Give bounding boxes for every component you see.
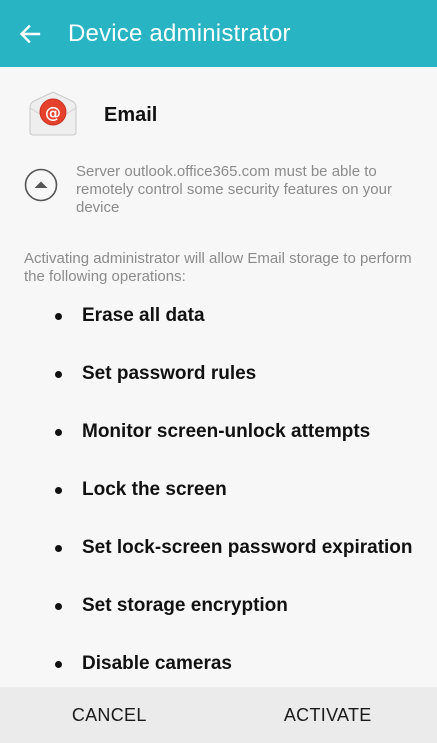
email-at-icon: @ [29,91,77,136]
bullet-icon [55,661,62,668]
activate-button[interactable]: ACTIVATE [219,687,437,743]
list-item: Monitor screen-unlock attempts [0,421,437,443]
bullet-icon [55,603,62,610]
admin-content[interactable]: @ Email Server outlook.office365.com mus… [0,67,437,687]
operation-label: Set storage encryption [82,595,288,616]
list-item: Erase all data [0,305,437,327]
operations-list: Erase all data Set password rules Monito… [0,305,437,675]
bullet-icon [55,545,62,552]
server-notice-row: Server outlook.office365.com must be abl… [24,163,414,217]
arrow-left-icon [19,24,41,43]
list-item: Disable cameras [0,653,437,675]
operation-label: Monitor screen-unlock attempts [82,421,371,442]
bullet-icon [55,313,62,320]
app-info-row: @ Email [24,90,157,140]
action-bar: CANCEL ACTIVATE [0,687,437,743]
back-button[interactable] [2,0,58,67]
operation-label: Set password rules [82,363,257,384]
operations-intro: Activating administrator will allow Emai… [24,250,412,285]
chevron-up-circle-icon[interactable] [24,168,58,202]
list-item: Lock the screen [0,479,437,501]
operation-label: Lock the screen [82,479,227,500]
operation-label: Erase all data [82,305,205,326]
list-item: Set lock-screen password expiration [0,537,437,559]
svg-text:@: @ [45,103,61,122]
cancel-button[interactable]: CANCEL [0,687,219,743]
operation-label: Set lock-screen password expiration [82,537,413,558]
app-bar: Device administrator [0,0,437,67]
page-title: Device administrator [68,19,291,47]
bullet-icon [55,371,62,378]
server-notice-text: Server outlook.office365.com must be abl… [76,163,392,216]
bullet-icon [55,429,62,436]
list-item: Set storage encryption [0,595,437,617]
list-item: Set password rules [0,363,437,385]
bullet-icon [55,487,62,494]
operation-label: Disable cameras [82,653,232,674]
app-name: Email [104,103,158,126]
